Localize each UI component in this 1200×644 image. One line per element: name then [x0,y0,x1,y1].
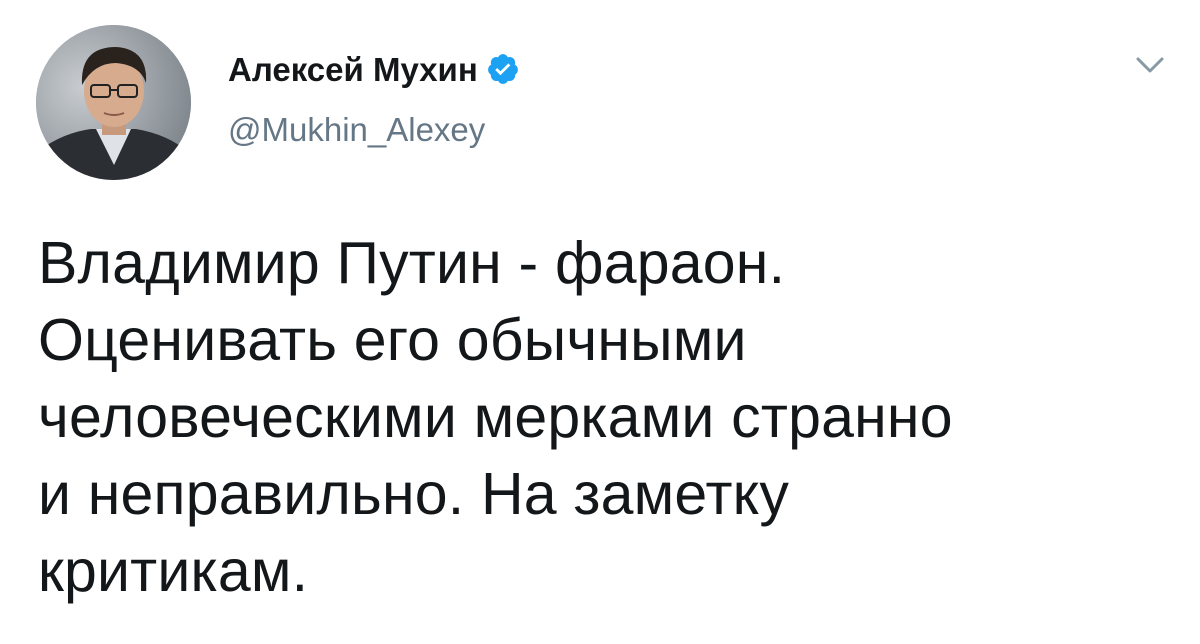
verified-badge-icon [487,54,518,84]
tweet-text-line: и неправильно. На заметку [38,461,790,527]
display-name[interactable]: Алексей Мухин [228,48,520,92]
tweet-text-line: критикам. [38,538,309,604]
user-handle[interactable]: @Mukhin_Alexey [228,108,485,152]
tweet-text-line: Владимир Путин - фараон. [38,230,786,296]
tweet-text: Владимир Путин - фараон. Оценивать его о… [38,225,1168,610]
avatar[interactable] [36,25,191,180]
tweet-text-line: Оценивать его обычными [38,307,747,373]
tweet-text-line: человеческими мерками странно [38,384,953,450]
tweet-card: Алексей Мухин @Mukhin_Alexey Владимир Пу… [0,0,1200,644]
display-name-text: Алексей Мухин [228,51,478,88]
tweet-menu-button[interactable] [1128,50,1172,80]
avatar-photo [36,25,191,180]
chevron-down-icon [1136,57,1164,73]
